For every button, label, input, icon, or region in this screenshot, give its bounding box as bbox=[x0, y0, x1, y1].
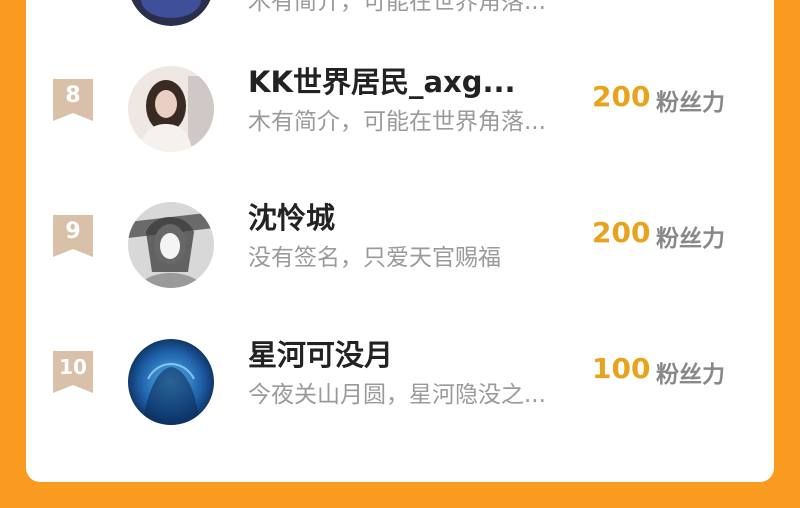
leaderboard-row[interactable]: 10 星河可没月 今夜关山月圆，星河隐没之... 100 粉丝力 bbox=[26, 338, 774, 446]
user-name[interactable]: 沈怜城 bbox=[248, 195, 335, 237]
fan-power-score: 200 bbox=[592, 80, 651, 113]
user-bio: 没有签名，只爱天官赐福 bbox=[248, 245, 501, 271]
user-bio: 木有简介，可能在世界角落... bbox=[248, 109, 546, 135]
fan-power-label: 粉丝力 bbox=[656, 362, 725, 388]
rank-badge: 8 bbox=[53, 79, 93, 121]
rank-number: 10 bbox=[59, 355, 87, 379]
leaderboard-row[interactable]: 9 沈怜城 没有签名，只爱天官赐福 200 粉丝力 bbox=[26, 201, 774, 310]
avatar[interactable] bbox=[128, 339, 214, 425]
user-name[interactable]: 星河可没月 bbox=[248, 332, 393, 374]
leaderboard-row[interactable]: 8 KK世界居民_axg... 木有简介，可能在世界角落... 200 粉丝力 bbox=[26, 65, 774, 172]
user-name[interactable]: KK世界居民_axg... bbox=[248, 59, 516, 101]
user-bio: 木有简介，可能在世界角落... bbox=[248, 0, 546, 15]
leaderboard-card: 木有简介，可能在世界角落... 8 KK世界居民_axg... 木有简介，可能在… bbox=[26, 0, 774, 482]
avatar[interactable] bbox=[128, 0, 214, 26]
rank-badge: 9 bbox=[53, 215, 93, 257]
fan-power-score: 100 bbox=[592, 352, 651, 385]
fan-power-label: 粉丝力 bbox=[656, 90, 725, 116]
rank-badge: 10 bbox=[53, 351, 93, 393]
avatar[interactable] bbox=[128, 202, 214, 288]
rank-number: 8 bbox=[65, 83, 81, 108]
fan-power-score: 200 bbox=[592, 216, 651, 249]
user-bio: 今夜关山月圆，星河隐没之... bbox=[248, 382, 546, 408]
avatar[interactable] bbox=[128, 66, 214, 152]
fan-power-label: 粉丝力 bbox=[656, 226, 725, 252]
rank-number: 9 bbox=[65, 219, 81, 244]
